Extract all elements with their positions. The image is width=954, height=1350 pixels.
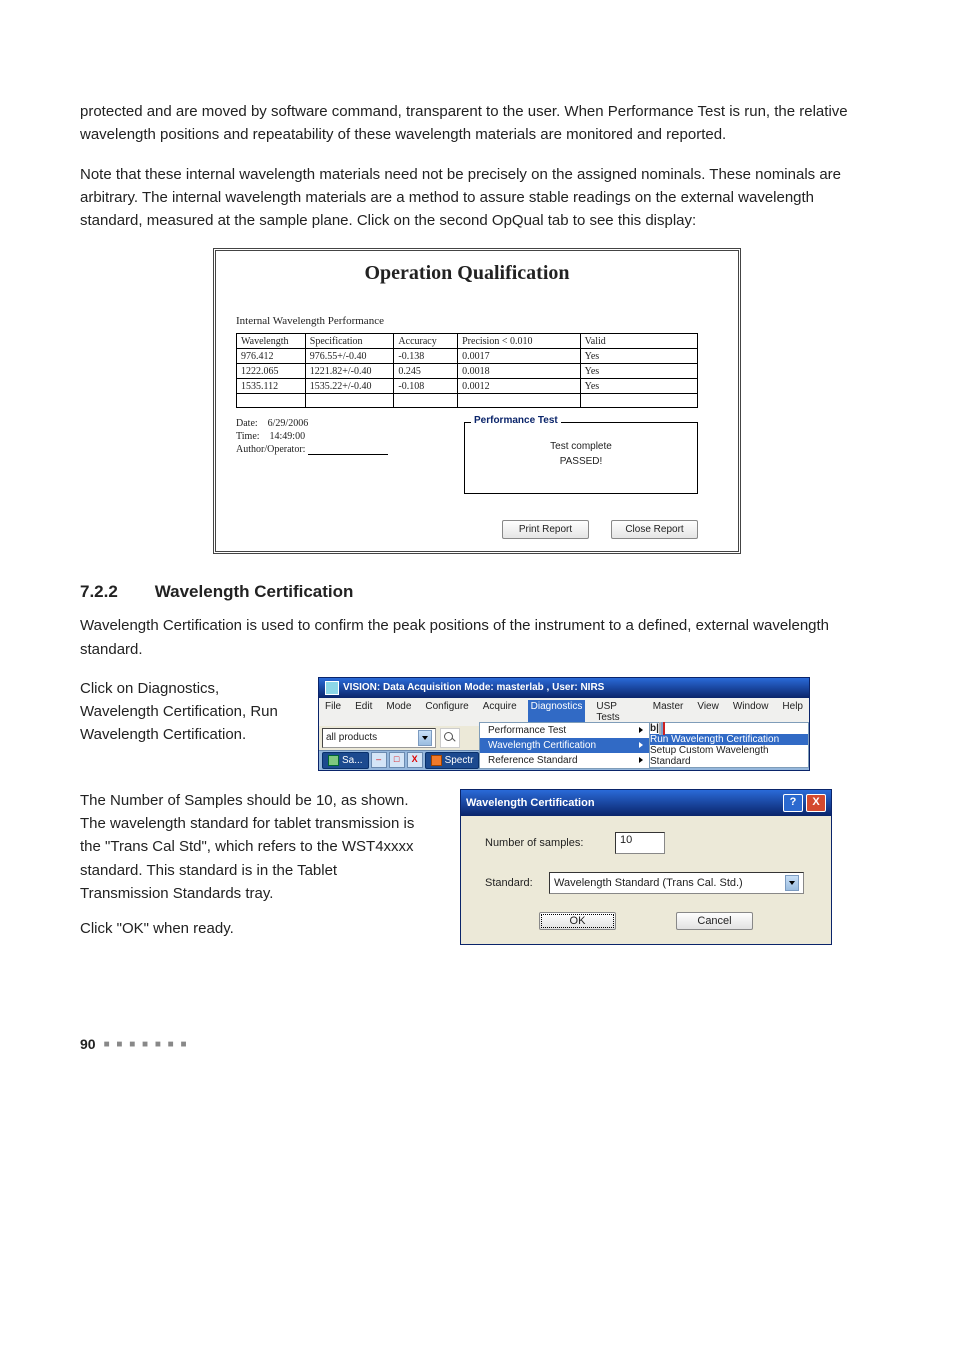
author-underline [308,454,388,455]
section-title: Wavelength Certification [155,582,354,601]
date-value: 6/29/2006 [268,418,309,429]
th-valid: Valid [580,334,697,349]
tab-spectr[interactable]: Spectr [425,752,480,769]
products-combo[interactable]: all products [322,728,436,748]
wcert-titlebar: Wavelength Certification ? X [461,790,831,816]
samples-label: Number of samples: [485,837,615,849]
menu-usp-tests[interactable]: USP Tests [593,700,641,724]
table-row: 1222.065 1221.82+/-0.40 0.245 0.0018 Yes [237,364,698,379]
standard-combo[interactable]: Wavelength Standard (Trans Cal. Std.) [549,872,804,894]
th-accuracy: Accuracy [394,334,458,349]
chevron-down-icon[interactable] [785,875,799,891]
close-icon[interactable]: X [407,752,423,768]
table-header-row: Wavelength Specification Accuracy Precis… [237,334,698,349]
wcert-dialog: Wavelength Certification ? X Number of s… [460,789,832,945]
menu-mode[interactable]: Mode [383,700,414,724]
standard-label: Standard: [485,877,549,889]
click-ok-para: Click "OK" when ready. [80,917,420,940]
opqual-section-title: Internal Wavelength Performance [236,315,698,327]
click-path-text: Click on Diagnostics, Wavelength Certifi… [80,677,290,747]
standard-value: Wavelength Standard (Trans Cal. Std.) [554,877,743,889]
chevron-down-icon[interactable] [418,730,432,746]
wcert-intro-para: Wavelength Certification is used to conf… [80,614,874,661]
products-combo-value: all products [326,732,377,743]
chevron-right-icon [639,727,643,733]
menu-configure[interactable]: Configure [422,700,471,724]
menu-window[interactable]: Window [730,700,772,724]
section-number: 7.2.2 [80,582,150,602]
footer-dots: ■ ■ ■ ■ ■ ■ ■ [104,1039,189,1050]
diagnostics-submenu: Performance Test Wavelength Certificatio… [479,722,660,769]
vision-titlebar: VISION: Data Acquisition Mode: masterlab… [319,678,809,698]
submenu-wavelength-certification[interactable]: Wavelength Certification [480,738,659,753]
submenu-run-wcert[interactable]: Run Wavelength Certification [650,734,808,745]
menu-acquire[interactable]: Acquire [480,700,520,724]
submenu-reference-standard[interactable]: Reference Standard [480,753,659,768]
vision-title-text: VISION: Data Acquisition Mode: masterlab… [343,682,604,693]
menu-edit[interactable]: Edit [352,700,375,724]
performance-test-box: Performance Test Test complete PASSED! [464,422,698,494]
th-precision: Precision < 0.010 [458,334,581,349]
th-wavelength: Wavelength [237,334,306,349]
ok-button[interactable]: OK [539,912,616,930]
opqual-panel: Operation Qualification Internal Wavelen… [213,248,741,554]
tab-icon [431,755,442,766]
help-icon[interactable]: ? [783,794,803,812]
time-label: Time: [236,431,260,442]
intro-paragraph-2: Note that these internal wavelength mate… [80,163,874,233]
minimize-icon[interactable]: – [371,752,387,768]
submenu-setup-custom-std[interactable]: Setup Custom Wavelength Standard [650,745,808,767]
panel-title: Operation Qualification [236,262,698,285]
menu-file[interactable]: File [322,700,344,724]
chevron-right-icon [639,742,643,748]
wcert-submenu: b| Run Wavelength Certification Setup Cu… [649,722,809,768]
perf-line-2: PASSED! [471,456,691,467]
vision-app-icon [325,681,339,695]
page-footer: 90 ■ ■ ■ ■ ■ ■ ■ [80,1036,874,1052]
date-label: Date: [236,418,258,429]
menu-master[interactable]: Master [650,700,687,724]
submenu-icon-row: b| [650,723,808,734]
author-label: Author/Operator: [236,444,305,455]
menu-view[interactable]: View [694,700,722,724]
th-specification: Specification [305,334,394,349]
page-number: 90 [80,1036,96,1052]
vision-window: VISION: Data Acquisition Mode: masterlab… [318,677,810,771]
vision-toolbar: all products Performance Test Wavelength… [319,726,809,750]
table-row: 976.412 976.55+/-0.40 -0.138 0.0017 Yes [237,349,698,364]
intro-paragraph-1: protected and are moved by software comm… [80,100,874,147]
menu-help[interactable]: Help [779,700,806,724]
samples-input[interactable]: 10 [615,832,665,854]
opqual-metadata: Date: 6/29/2006 Time: 14:49:00 Author/Op… [236,416,416,539]
tab-sa[interactable]: Sa... [322,752,369,769]
close-report-button[interactable]: Close Report [611,520,698,539]
opqual-table: Wavelength Specification Accuracy Precis… [236,333,698,408]
cancel-button[interactable]: Cancel [676,912,753,930]
chevron-right-icon [639,757,643,763]
submenu-performance-test[interactable]: Performance Test [480,723,659,738]
performance-legend: Performance Test [471,415,561,426]
section-heading: 7.2.2 Wavelength Certification [80,582,874,602]
wcert-title: Wavelength Certification [466,797,595,809]
search-iconbtn[interactable] [440,728,460,748]
close-icon[interactable]: X [806,794,826,812]
search-icon [444,732,453,741]
maximize-icon[interactable]: □ [389,752,405,768]
samples-instruction-para: The Number of Samples should be 10, as s… [80,789,420,905]
perf-line-1: Test complete [471,441,691,452]
table-row [237,394,698,408]
print-report-button[interactable]: Print Report [502,520,589,539]
tab-icon [328,755,339,766]
menu-diagnostics[interactable]: Diagnostics [528,700,586,724]
table-row: 1535.112 1535.22+/-0.40 -0.108 0.0012 Ye… [237,379,698,394]
time-value: 14:49:00 [270,431,306,442]
